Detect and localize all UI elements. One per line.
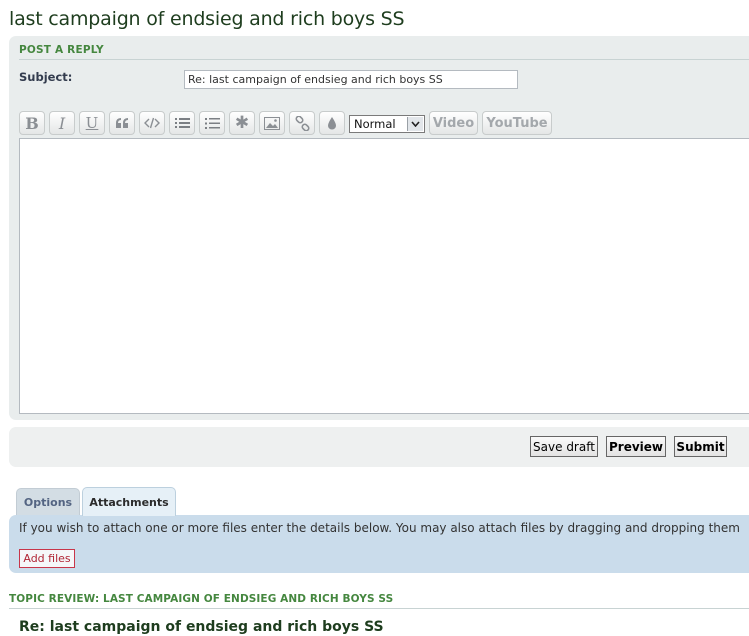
- heading-divider: [19, 59, 749, 60]
- bold-button[interactable]: B: [19, 111, 45, 135]
- quote-button[interactable]: [109, 111, 135, 135]
- review-post-title: Re: last campaign of endsieg and rich bo…: [19, 619, 384, 635]
- attachments-info-text: If you wish to attach one or more files …: [19, 521, 740, 535]
- link-button[interactable]: [289, 111, 315, 135]
- list-item-button[interactable]: ✱: [229, 111, 255, 135]
- tab-attachments[interactable]: Attachments: [82, 487, 176, 516]
- font-size-select[interactable]: Normal: [349, 115, 425, 133]
- youtube-label: YouTube: [486, 115, 548, 131]
- video-label: Video: [432, 115, 475, 131]
- page-title: last campaign of endsieg and rich boys S…: [9, 8, 405, 30]
- list-icon: [174, 117, 190, 129]
- image-icon: [264, 116, 280, 130]
- code-button[interactable]: [139, 111, 165, 135]
- list-button[interactable]: [169, 111, 195, 135]
- post-reply-heading: POST A REPLY: [19, 44, 104, 56]
- link-icon: [294, 115, 310, 131]
- preview-button[interactable]: Preview: [606, 436, 666, 457]
- subject-label: Subject:: [19, 70, 73, 84]
- youtube-button[interactable]: YouTube: [482, 111, 552, 135]
- underline-icon: U: [85, 114, 99, 132]
- tab-options[interactable]: Options: [16, 488, 80, 515]
- chevron-down-icon: [407, 117, 423, 131]
- message-textarea[interactable]: [19, 138, 749, 414]
- font-size-value: Normal: [354, 117, 396, 131]
- video-button[interactable]: Video: [429, 111, 478, 135]
- subject-input[interactable]: [184, 70, 518, 89]
- add-files-button[interactable]: Add files: [19, 549, 75, 568]
- submit-button[interactable]: Submit: [674, 436, 727, 457]
- asterisk-icon: ✱: [234, 112, 250, 133]
- code-icon: [144, 117, 160, 129]
- italic-button[interactable]: I: [49, 111, 75, 135]
- topic-review-divider: [9, 608, 749, 609]
- numbered-list-button[interactable]: [199, 111, 225, 135]
- color-button[interactable]: [319, 111, 345, 135]
- bold-icon: B: [25, 113, 39, 133]
- quote-icon: [115, 117, 129, 129]
- topic-review-heading: TOPIC REVIEW: LAST CAMPAIGN OF ENDSIEG A…: [9, 593, 394, 605]
- image-button[interactable]: [259, 111, 285, 135]
- numbered-list-icon: [204, 117, 220, 130]
- italic-icon: I: [58, 113, 66, 133]
- underline-button[interactable]: U: [79, 111, 105, 135]
- droplet-icon: [327, 116, 337, 130]
- save-draft-button[interactable]: Save draft: [530, 436, 598, 457]
